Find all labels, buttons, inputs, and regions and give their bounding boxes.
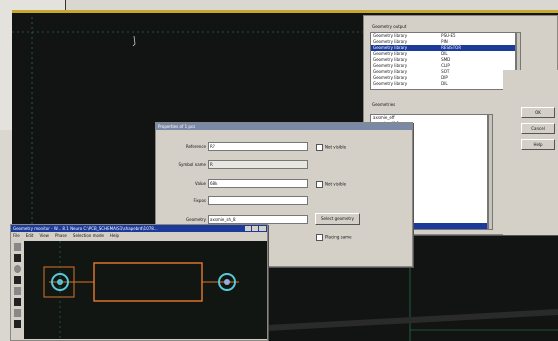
not-visible-label-2: Not visible — [325, 181, 347, 187]
component-outline — [93, 262, 203, 302]
circle-tool-icon[interactable] — [14, 265, 21, 273]
geometry-editor-title: Geometry monitor - W... 8.1 Neuro C:\PCB… — [11, 225, 267, 232]
properties-dialog-title: Properties of 1 pcs — [156, 123, 412, 130]
menu-bar: File Edit View Phase Selection mode Help — [13, 233, 263, 239]
minimize-button[interactable] — [245, 226, 251, 231]
reference-field[interactable]: R? — [208, 142, 308, 151]
menu-item-view[interactable]: View — [39, 233, 49, 239]
pencil-icon[interactable] — [14, 254, 21, 262]
geometry-editor-window: Geometry monitor - W... 8.1 Neuro C:\PCB… — [10, 224, 268, 341]
pad-tool-icon[interactable] — [14, 276, 21, 284]
fixpos-field[interactable] — [208, 196, 308, 205]
not-visible-value[interactable]: Not visible — [316, 181, 346, 188]
value-field[interactable]: 68k — [208, 179, 308, 188]
geometries-label: Geometries — [372, 102, 396, 107]
symbol-name-label: Symbol name — [178, 162, 206, 167]
ok-button-side[interactable]: OK — [521, 107, 555, 118]
menu-item-help[interactable]: Help — [110, 233, 119, 239]
line-tool-icon[interactable] — [14, 320, 21, 328]
not-visible-reference[interactable]: Not visible — [316, 144, 346, 151]
select-geometry-button[interactable]: Select geometry — [315, 213, 360, 225]
text-tool-icon[interactable] — [14, 298, 21, 306]
menu-item-phase[interactable]: Phase — [55, 233, 67, 239]
canvas-top-border — [12, 10, 558, 13]
geometries-list-scrollbar[interactable] — [488, 114, 493, 230]
geometry-output-title: Geometry output — [372, 24, 407, 29]
menu-item-selection-mode[interactable]: Selection mode — [73, 233, 104, 239]
pointer-icon[interactable] — [14, 243, 21, 251]
not-visible-checkbox-1[interactable] — [316, 144, 323, 151]
not-visible-label-1: Not visible — [325, 144, 347, 150]
fixpos-label: Fixpos — [193, 198, 206, 203]
library-row[interactable]: Geometry library DIL — [371, 81, 515, 87]
geometry-field[interactable]: axsmie_sh_8 — [208, 215, 308, 224]
placing-same-label: Placing same — [325, 234, 352, 240]
menu-item-file[interactable]: File — [13, 233, 20, 239]
window-controls — [245, 226, 267, 231]
zoom-icon[interactable] — [14, 309, 21, 317]
square-tool-icon[interactable] — [14, 287, 21, 295]
cancel-button-side[interactable]: Cancel — [521, 123, 555, 134]
footprint-drawing — [43, 241, 239, 339]
geometry-label: Geometry — [186, 217, 206, 222]
close-button[interactable] — [259, 226, 266, 231]
geometry-library-list[interactable]: Geometry library PSU-E5 Geometry library PI… — [370, 32, 516, 90]
placing-same-option[interactable]: Placing same — [316, 234, 352, 241]
menu-item-edit[interactable]: Edit — [26, 233, 34, 239]
desktop-right-strip — [503, 70, 558, 235]
help-button-side[interactable]: Help — [521, 139, 555, 150]
symbol-name-field[interactable]: R — [208, 160, 308, 169]
maximize-button[interactable] — [252, 226, 258, 231]
library-row-source: Geometry library — [373, 81, 408, 86]
reference-label: Reference — [185, 144, 206, 149]
geometry-canvas[interactable] — [24, 241, 267, 339]
library-row-name: DIL — [441, 81, 448, 86]
placing-same-checkbox[interactable] — [316, 234, 323, 241]
not-visible-checkbox-2[interactable] — [316, 181, 323, 188]
value-label: Value — [195, 181, 206, 186]
tool-palette — [13, 241, 22, 339]
